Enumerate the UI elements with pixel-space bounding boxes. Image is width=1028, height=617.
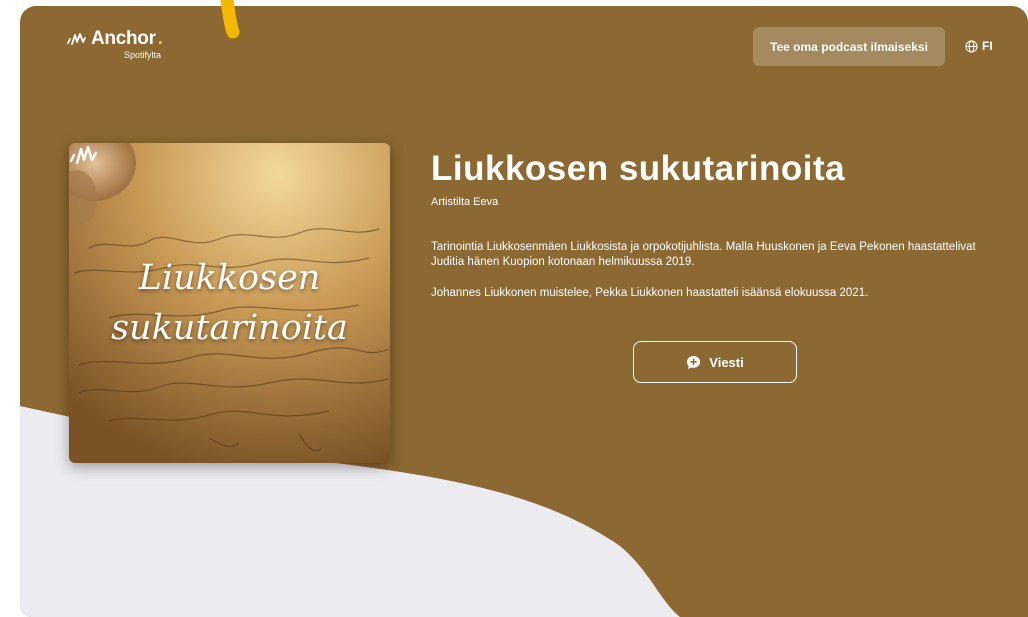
podcast-description: Tarinointia Liukkosenmäen Liukkosista ja… [431,240,1011,301]
podcast-profile-card: Anchor. Spotifylta Tee oma podcast ilmai… [20,6,1028,617]
globe-icon [965,39,978,53]
anchor-logo[interactable]: Anchor. Spotifylta [67,29,163,60]
language-selector[interactable]: FI [965,39,993,53]
podcast-title: Liukkosen sukutarinoita [431,149,846,188]
podcast-author: Artistilta Eeva [431,196,499,208]
cover-title-line1: Liukkosen [138,258,321,298]
language-code: FI [982,39,993,53]
description-paragraph: Tarinointia Liukkosenmäen Liukkosista ja… [431,241,976,268]
podcast-cover-art[interactable]: Liukkosen sukutarinoita [69,143,390,463]
description-paragraph: Johannes Liukkonen muistelee, Pekka Liuk… [431,287,869,299]
message-button-label: Viesti [709,354,744,370]
logo-text: Anchor [91,28,156,49]
message-button[interactable]: Viesti [633,341,797,383]
logo-subtitle: Spotifylta [123,50,161,60]
logo-dot: . [157,28,163,49]
anchor-watermark-icon [69,145,98,165]
anchor-logo-icon [67,33,86,45]
accent-stroke [220,0,240,39]
create-podcast-button[interactable]: Tee oma podcast ilmaiseksi [753,27,945,66]
cover-title: Liukkosen sukutarinoita [69,253,390,353]
message-plus-icon [687,355,701,369]
cover-title-line2: sukutarinoita [111,308,348,348]
